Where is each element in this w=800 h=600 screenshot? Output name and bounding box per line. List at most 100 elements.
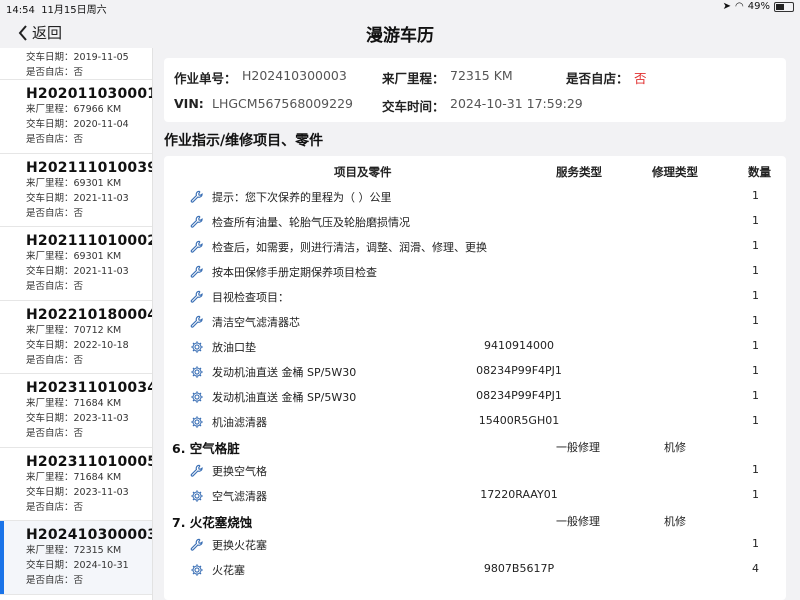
sidebar[interactable]: 交车日期：2019-11-05 是否自店：否 H202011030001 来厂里程…	[0, 48, 153, 600]
row-item-name: 目视检查项目：	[212, 291, 289, 304]
table-row[interactable]: 目视检查项目： 1	[164, 284, 786, 309]
gear-icon	[190, 562, 204, 576]
sidebar-item-no: H202111010002	[26, 233, 153, 249]
table-row[interactable]: 提示：您下次保养的里程为（ ）公里 1	[164, 184, 786, 209]
table-row[interactable]: 检查后，如需要，则进行清洁，调整、润滑、修理、更换 1	[164, 234, 786, 259]
vin-value: LHGCM567568009229	[212, 96, 353, 111]
gear-icon	[190, 339, 204, 353]
wrench-icon	[190, 239, 204, 253]
header-service: 服务类型	[556, 165, 602, 179]
status-bar: 14:54 11月15日周六 ➤ ◠ 49%	[0, 0, 800, 16]
table-row[interactable]: 放油口垫 9410914000 1	[164, 334, 786, 359]
row-item-name: 检查后，如需要，则进行清洁，调整、润滑、修理、更换	[212, 241, 487, 254]
status-time: 14:54	[6, 5, 35, 16]
sidebar-item-no: H202410300003	[26, 527, 153, 543]
gear-icon	[190, 488, 204, 502]
location-icon: ➤	[722, 1, 732, 12]
row-quantity: 1	[752, 537, 759, 550]
delivery-time-value: 2024-10-31 17:59:29	[450, 96, 583, 111]
sidebar-item[interactable]: H202410300003 来厂里程：72315 KM 交车日期：2024-10-3…	[0, 521, 152, 595]
table-row[interactable]: 按本田保修手册定期保养项目检查 1	[164, 259, 786, 284]
row-part-number: 17220RAAY01	[480, 488, 558, 501]
row-quantity: 1	[752, 214, 759, 227]
vin-label: VIN:	[174, 96, 204, 111]
row-item-name: 检查所有油量、轮胎气压及轮胎磨损情况	[212, 216, 410, 229]
sidebar-item-mileage: 来厂里程：69301 KM	[26, 177, 122, 189]
sidebar-item-delivery: 交车日期：2021-11-03	[26, 192, 129, 204]
gear-icon	[190, 364, 204, 378]
wifi-icon: ◠	[735, 1, 744, 12]
mileage-value: 72315 KM	[450, 68, 513, 83]
gear-icon	[190, 414, 204, 428]
sidebar-item-delivery: 交车日期：2023-11-03	[26, 486, 129, 498]
table-row[interactable]: 发动机油直送 金桶 SP/5W30 08234P99F4PJ1 1	[164, 359, 786, 384]
row-item-name: 发动机油直送 金桶 SP/5W30	[212, 366, 357, 379]
wrench-icon	[190, 214, 204, 228]
sidebar-item-own-store: 是否自店：否	[26, 281, 84, 292]
delivery-time-label: 交车时间：	[382, 99, 445, 114]
own-store-value: 否	[634, 71, 647, 86]
group-repair-type: 机修	[664, 441, 686, 454]
sidebar-item-own-store: 是否自店：否	[26, 134, 84, 145]
sidebar-item-delivery: 交车日期：2023-11-03	[26, 413, 129, 424]
row-quantity: 1	[752, 389, 759, 402]
row-quantity: 4	[752, 562, 759, 575]
main-content: 作业单号： H202410300003 来厂里程： 72315 KM 是否自店：…	[152, 48, 800, 600]
wrench-icon	[190, 537, 204, 551]
row-part-number: 15400R5GH01	[478, 414, 560, 427]
table-row[interactable]: 检查所有油量、轮胎气压及轮胎磨损情况 1	[164, 209, 786, 234]
order-value: H202410300003	[242, 68, 347, 83]
sidebar-delivery: 交车日期：2019-11-05	[26, 52, 129, 63]
own-store-label: 是否自店：	[566, 71, 629, 86]
row-item-name: 提示：您下次保养的里程为（ ）公里	[212, 191, 392, 204]
group-repair-type: 机修	[664, 515, 686, 528]
gear-icon	[190, 389, 204, 403]
table-group-row: 7. 火花塞烧蚀 一般修理 机修	[164, 508, 786, 532]
sidebar-item[interactable]: H202311010034 来厂里程：71684 KM 交车日期：2023-11-0…	[0, 374, 152, 448]
order-label: 作业单号：	[174, 71, 237, 86]
row-item-name: 火花塞	[212, 564, 245, 577]
table-row[interactable]: 机油滤清器 15400R5GH01 1	[164, 409, 786, 434]
row-item-name: 发动机油直送 金桶 SP/5W30	[212, 391, 357, 404]
sidebar-item-own-store: 是否自店：否	[26, 354, 84, 366]
sidebar-item-mileage: 来厂里程：70712 KM	[26, 324, 122, 336]
table-row[interactable]: 火花塞 9807B5617P 4	[164, 557, 786, 582]
table-row[interactable]: 清洁空气滤清器芯 1	[164, 309, 786, 334]
sidebar-item-no: H202011030001	[26, 86, 153, 102]
sidebar-item-partial[interactable]: 交车日期：2019-11-05 是否自店：否	[0, 48, 152, 80]
table-row[interactable]: 发动机油直送 金桶 SP/5W30 08234P99F4PJ1 1	[164, 384, 786, 409]
table-row[interactable]: 更换空气格 1	[164, 458, 786, 483]
sidebar-item[interactable]: H202210180004 来厂里程：70712 KM 交车日期：2022-10-1…	[0, 301, 153, 374]
battery-percent: 49%	[747, 1, 770, 12]
row-quantity: 1	[752, 463, 759, 476]
header-item: 项目及零件	[334, 165, 392, 179]
sidebar-item-no: H202311010005	[26, 453, 153, 470]
row-quantity: 1	[752, 314, 759, 327]
table-row[interactable]: 空气滤清器 17220RAAY01 1	[164, 483, 786, 508]
row-item-name: 更换火花塞	[212, 539, 267, 552]
group-service-type: 一般修理	[556, 515, 600, 528]
sidebar-item[interactable]: H202111010002 来厂里程：69301 KM 交车日期：2021-11-0…	[0, 227, 152, 301]
table-group-row: 6. 空气格脏 一般修理 机修	[164, 434, 786, 458]
sidebar-own-store: 是否自店：否	[26, 67, 84, 78]
page-title: 漫游车历	[366, 26, 434, 46]
row-item-name: 空气滤清器	[212, 490, 267, 503]
order-info-card: 作业单号： H202410300003 来厂里程： 72315 KM 是否自店：…	[164, 58, 786, 122]
sidebar-item-no: H202210180004	[26, 306, 153, 323]
sidebar-item-own-store: 是否自店：否	[26, 428, 84, 439]
wrench-icon	[190, 189, 204, 203]
sidebar-item[interactable]: H202011030001 来厂里程：67966 KM 交车日期：2020-11-0…	[0, 80, 152, 154]
items-table: 项目及零件 服务类型 修理类型 数量 提示：您下次保养的里程为（ ）公里 1 检查所…	[164, 156, 786, 600]
sidebar-item-no: H202311010034	[26, 380, 153, 396]
sidebar-item-delivery: 交车日期：2020-11-04	[26, 119, 129, 130]
group-name: 6. 空气格脏	[172, 441, 240, 456]
row-item-name: 按本田保修手册定期保养项目检查	[212, 266, 377, 279]
sidebar-item-mileage: 来厂里程：72315 KM	[26, 545, 122, 556]
sidebar-item-mileage: 来厂里程：67966 KM	[26, 104, 122, 115]
sidebar-item[interactable]: H202111010039 来厂里程：69301 KM 交车日期：2021-11-0…	[0, 154, 152, 227]
sidebar-item-own-store: 是否自店：否	[26, 501, 84, 513]
table-row[interactable]: 更换火花塞 1	[164, 532, 786, 557]
row-quantity: 1	[752, 414, 759, 427]
sidebar-item-mileage: 来厂里程：71684 KM	[26, 398, 122, 409]
sidebar-item[interactable]: H202311010005 来厂里程：71684 KM 交车日期：2023-11-0…	[0, 448, 153, 521]
